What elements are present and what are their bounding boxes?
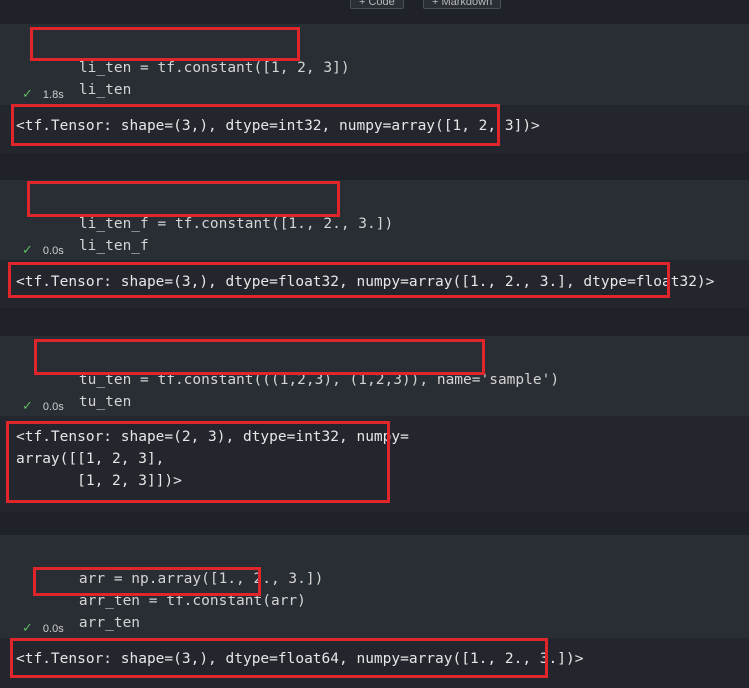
code-line[interactable]: arr = np.array([1., 2., 3.]) [44, 546, 323, 587]
add-code-button[interactable]: + Code [350, 0, 404, 9]
output-line: <tf.Tensor: shape=(3,), dtype=float32, n… [16, 274, 715, 290]
check-icon: ✓ [22, 86, 33, 101]
code-line[interactable]: tu_ten = tf.constant(((1,2,3), (1,2,3)),… [44, 347, 559, 388]
code-line[interactable]: arr_ten = tf.constant(arr) [44, 568, 306, 609]
execution-status: ✓ 0.0s [22, 242, 64, 258]
code-line[interactable]: li_ten = tf.constant([1, 2, 3]) [44, 35, 350, 76]
execution-status: ✓ 0.0s [22, 620, 64, 636]
code-cell-1[interactable]: li_ten = tf.constant([1, 2, 3]) li_ten ✓… [0, 24, 749, 105]
cell-output-1: <tf.Tensor: shape=(3,), dtype=int32, num… [0, 105, 749, 153]
code-line[interactable]: tu_ten [44, 369, 131, 410]
execution-status: ✓ 0.0s [22, 398, 64, 414]
check-icon: ✓ [22, 620, 33, 635]
execution-status: ✓ 1.8s [22, 86, 64, 102]
code-line[interactable]: li_ten_f = tf.constant([1., 2., 3.]) [44, 191, 393, 232]
code-line[interactable]: arr_ten [44, 590, 140, 631]
notebook-toolbar: + Code + Markdown [0, 0, 749, 12]
check-icon: ✓ [22, 242, 33, 257]
cell-output-2: <tf.Tensor: shape=(3,), dtype=float32, n… [0, 260, 749, 308]
output-line: <tf.Tensor: shape=(2, 3), dtype=int32, n… [16, 429, 409, 445]
add-markdown-button[interactable]: + Markdown [423, 0, 502, 9]
output-line: <tf.Tensor: shape=(3,), dtype=float64, n… [16, 651, 584, 667]
code-cell-3[interactable]: tu_ten = tf.constant(((1,2,3), (1,2,3)),… [0, 336, 749, 416]
code-cell-4[interactable]: arr = np.array([1., 2., 3.]) arr_ten = t… [0, 535, 749, 638]
code-line[interactable]: li_ten_f [44, 213, 149, 254]
output-line: <tf.Tensor: shape=(3,), dtype=int32, num… [16, 118, 540, 134]
code-cell-2[interactable]: li_ten_f = tf.constant([1., 2., 3.]) li_… [0, 180, 749, 260]
output-line: [1, 2, 3]])> [16, 473, 182, 489]
cell-output-4: <tf.Tensor: shape=(3,), dtype=float64, n… [0, 638, 749, 688]
check-icon: ✓ [22, 398, 33, 413]
output-line: array([[1, 2, 3], [16, 451, 165, 467]
code-line[interactable]: li_ten [44, 57, 131, 98]
cell-output-3: <tf.Tensor: shape=(2, 3), dtype=int32, n… [0, 416, 749, 512]
